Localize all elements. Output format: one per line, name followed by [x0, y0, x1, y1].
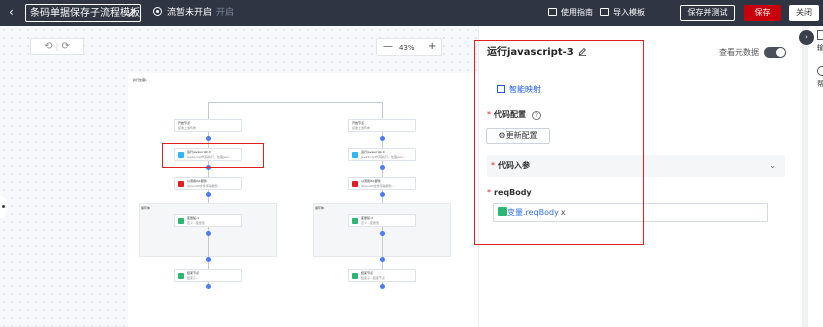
start-node[interactable]: 开始节点 接收上游传参	[174, 119, 242, 132]
variable-icon	[352, 218, 358, 224]
loop-group-label: 循环体	[141, 206, 151, 210]
collapse-panel-button[interactable]: ›	[799, 30, 814, 45]
document-icon	[548, 8, 557, 16]
javascript-icon	[352, 152, 358, 158]
view-metadata-label: 查看元数据	[719, 48, 759, 57]
chevron-down-icon: ⌄	[769, 161, 776, 170]
add-node-dot[interactable]	[380, 136, 385, 141]
side-item-input[interactable]: 输	[817, 44, 823, 53]
add-node-dot[interactable]	[380, 284, 385, 289]
enable-flow-link[interactable]: 开启	[216, 8, 234, 18]
add-node-dot[interactable]	[380, 257, 385, 262]
panel-highlight	[474, 40, 644, 245]
add-node-dot[interactable]	[380, 192, 385, 197]
import-template-button[interactable]: 导入模板	[600, 7, 645, 19]
parallel-block	[128, 73, 478, 327]
parallel-label: 并行处理1	[133, 78, 147, 82]
variable-icon	[178, 218, 184, 224]
js-node[interactable]: 运行javascript-4 JavaScript代码执行，处理json...	[348, 148, 416, 161]
input-icon[interactable]	[817, 30, 823, 40]
connector	[382, 102, 383, 119]
api-icon	[178, 181, 184, 187]
flow-status: 流暂未开启 开启	[153, 7, 234, 19]
add-node-dot[interactable]	[380, 165, 385, 170]
zoom-control: — 43% +	[376, 38, 442, 56]
save-button[interactable]: 保存	[744, 5, 781, 21]
start-node[interactable]: 开始节点 接收上游传参	[348, 119, 416, 132]
api-node[interactable]: 以调用ISC服务 OpenAPI文件传输服务...	[348, 177, 416, 190]
add-node-dot[interactable]	[206, 192, 211, 197]
divider: |	[55, 42, 59, 51]
status-text: 流暂未开启	[167, 8, 213, 18]
end-icon	[352, 273, 358, 279]
end-node[interactable]: 结束节点 结束子...	[174, 269, 242, 282]
save-and-test-button[interactable]: 保存并测试	[680, 5, 735, 21]
undo-icon[interactable]: ⟲	[44, 41, 52, 52]
add-node-dot[interactable]	[206, 231, 211, 236]
close-button[interactable]: 关闭	[789, 5, 819, 21]
zoom-in-button[interactable]: +	[428, 39, 436, 55]
back-icon[interactable]: ‹	[9, 5, 14, 19]
add-node-dot[interactable]	[380, 231, 385, 236]
usage-guide-button[interactable]: 使用指南	[548, 7, 593, 19]
end-node[interactable]: 结束节点 结束子...结束节点	[348, 269, 416, 282]
add-node-dot[interactable]	[206, 284, 211, 289]
selected-node-highlight	[162, 143, 264, 168]
zoom-out-button[interactable]: —	[383, 39, 393, 55]
end-icon	[178, 273, 184, 279]
top-toolbar: ‹ 条码单据保存子流程模板 流暂未开启 开启 使用指南 导入模板 保存并测试 保存…	[0, 0, 823, 26]
status-icon	[153, 7, 162, 16]
connector	[208, 102, 382, 103]
zoom-level: 43%	[399, 44, 415, 52]
loop-node[interactable]: 变量赋-1 定义...变量值	[174, 214, 242, 227]
redo-icon[interactable]: ⟳	[62, 41, 70, 52]
folder-icon	[600, 8, 609, 16]
undo-redo-bar: ⟲ | ⟳	[30, 38, 84, 55]
loop-group-label: 循环体	[315, 206, 325, 210]
add-node-dot[interactable]	[206, 136, 211, 141]
loop-node[interactable]: 变量赋-2 定义...变量值	[348, 214, 416, 227]
side-item-help[interactable]: 帮	[817, 80, 823, 89]
flow-title: 条码单据保存子流程模板	[30, 8, 140, 19]
left-panel-handle[interactable]	[0, 196, 7, 218]
edit-icon[interactable]	[127, 8, 137, 18]
add-node-dot[interactable]	[206, 257, 211, 262]
view-metadata-toggle[interactable]	[764, 47, 786, 58]
connector	[208, 102, 209, 119]
flow-title-field[interactable]: 条码单据保存子流程模板	[25, 4, 141, 22]
api-icon	[352, 181, 358, 187]
api-node[interactable]: 以调用ISC服务 OpenAPI文件传输服务...	[174, 177, 242, 190]
help-icon[interactable]	[817, 66, 823, 76]
